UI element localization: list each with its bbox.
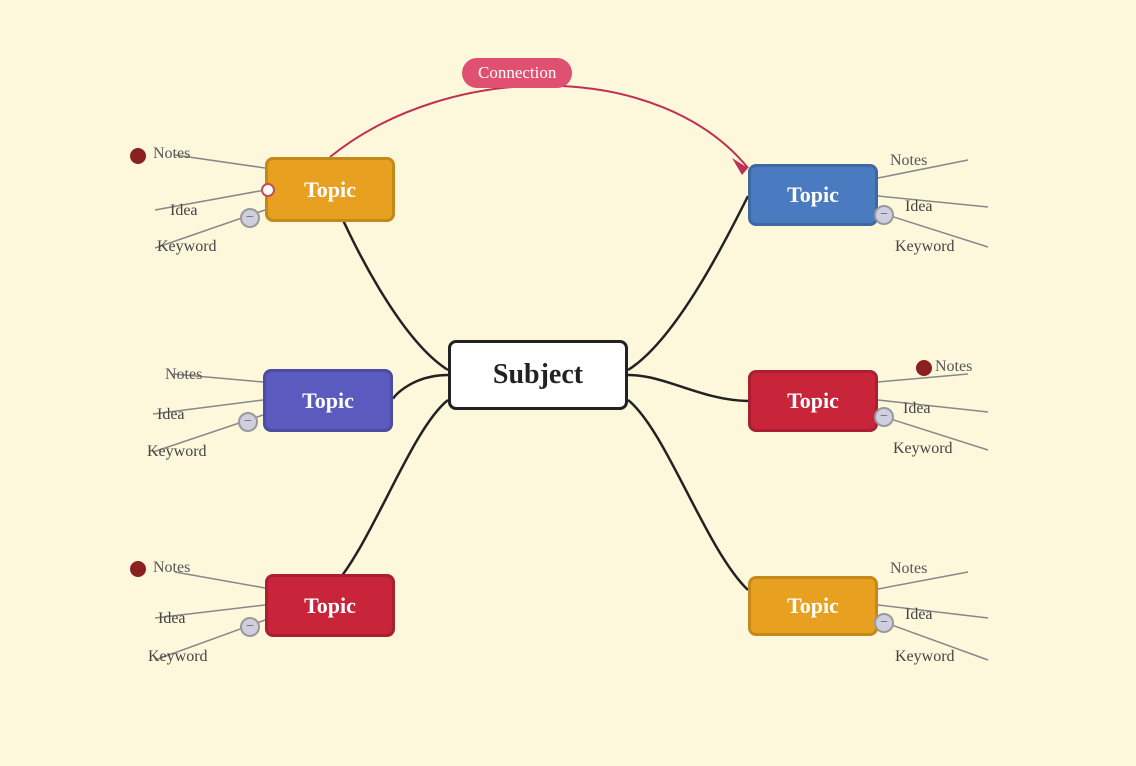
minus-btn-bot-left[interactable]: − bbox=[240, 617, 260, 637]
topic-node-bot-left[interactable]: Topic bbox=[265, 574, 395, 637]
keyword-label-bot-right: Keyword bbox=[895, 648, 955, 666]
keyword-label-top-right: Keyword bbox=[895, 238, 955, 256]
minus-btn-top-right[interactable]: − bbox=[874, 205, 894, 225]
notes-label-top-left: Notes bbox=[153, 145, 190, 163]
topic-node-mid-left[interactable]: Topic bbox=[263, 369, 393, 432]
minus-btn-mid-left[interactable]: − bbox=[238, 412, 258, 432]
idea-label-mid-right: Idea bbox=[903, 400, 931, 418]
connection-label: Connection bbox=[462, 58, 572, 88]
notes-label-mid-left: Notes bbox=[165, 366, 202, 384]
topic-node-top-left[interactable]: Topic bbox=[265, 157, 395, 222]
idea-label-top-right: Idea bbox=[905, 198, 933, 216]
idea-label-top-left: Idea bbox=[170, 202, 198, 220]
notes-dot-bot-left bbox=[130, 561, 146, 577]
notes-label-mid-right: Notes bbox=[935, 358, 972, 376]
subject-node[interactable]: Subject bbox=[448, 340, 628, 410]
open-circle-indicator bbox=[261, 183, 275, 197]
notes-label-bot-left: Notes bbox=[153, 559, 190, 577]
idea-label-bot-right: Idea bbox=[905, 606, 933, 624]
minus-btn-bot-right[interactable]: − bbox=[874, 613, 894, 633]
keyword-label-top-left: Keyword bbox=[157, 238, 217, 256]
keyword-label-mid-left: Keyword bbox=[147, 443, 207, 461]
idea-label-bot-left: Idea bbox=[158, 610, 186, 628]
idea-label-mid-left: Idea bbox=[157, 406, 185, 424]
topic-node-top-right[interactable]: Topic bbox=[748, 164, 878, 226]
topic-node-mid-right[interactable]: Topic bbox=[748, 370, 878, 432]
keyword-label-mid-right: Keyword bbox=[893, 440, 953, 458]
topic-node-bot-right[interactable]: Topic bbox=[748, 576, 878, 636]
keyword-label-bot-left: Keyword bbox=[148, 648, 208, 666]
notes-dot-mid-right bbox=[916, 360, 932, 376]
notes-dot-top-left bbox=[130, 148, 146, 164]
notes-label-bot-right: Notes bbox=[890, 560, 927, 578]
minus-btn-top-left[interactable]: − bbox=[240, 208, 260, 228]
notes-label-top-right: Notes bbox=[890, 152, 927, 170]
minus-btn-mid-right[interactable]: − bbox=[874, 407, 894, 427]
